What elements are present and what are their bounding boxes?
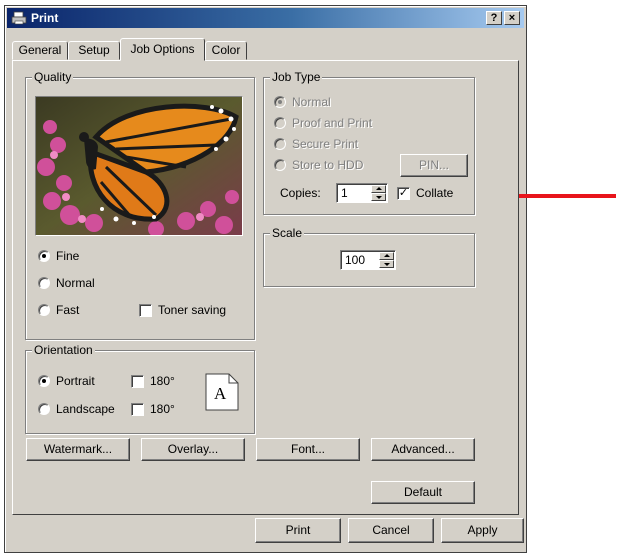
- copies-spin-buttons[interactable]: [371, 185, 386, 201]
- copies-up-arrow-icon[interactable]: [371, 185, 386, 193]
- tab-color[interactable]: Color: [205, 41, 247, 60]
- scale-group: Scale 100: [263, 226, 475, 287]
- default-button[interactable]: Default: [371, 481, 475, 504]
- tab-general[interactable]: General: [12, 41, 68, 60]
- landscape-180-label: 180°: [150, 402, 175, 416]
- quality-preview-image: [35, 96, 243, 236]
- tab-panel: Quality Fine Normal Fast Toner saving Or…: [12, 60, 519, 515]
- job-normal-label: Normal: [292, 95, 331, 109]
- portrait-180-label: 180°: [150, 374, 175, 388]
- printer-icon: [11, 11, 27, 25]
- butterfly-image: [36, 97, 242, 235]
- orientation-group: Orientation Portrait Landscape 180° 180°: [25, 343, 255, 434]
- tab-setup[interactable]: Setup: [68, 41, 120, 60]
- scale-up-arrow-icon[interactable]: [379, 252, 394, 260]
- advanced-button[interactable]: Advanced...: [371, 438, 475, 461]
- window-title: Print: [31, 11, 59, 25]
- tab-job-options[interactable]: Job Options: [120, 38, 205, 61]
- checkmark-icon: ✓: [397, 186, 410, 200]
- scale-down-arrow-icon[interactable]: [379, 260, 394, 268]
- scale-spin-buttons[interactable]: [379, 252, 394, 268]
- quality-legend: Quality: [32, 70, 74, 84]
- quality-fine-label: Fine: [56, 249, 80, 263]
- collate-checkbox[interactable]: ✓ Collate: [397, 185, 453, 201]
- watermark-button[interactable]: Watermark...: [26, 438, 130, 461]
- radio-dot: [274, 117, 286, 129]
- copies-spinner[interactable]: 1: [336, 183, 388, 203]
- job-secure-radio[interactable]: Secure Print: [274, 136, 358, 152]
- page-orientation-letter: A: [214, 384, 227, 403]
- job-hdd-radio[interactable]: Store to HDD: [274, 157, 363, 173]
- pin-button[interactable]: PIN...: [400, 154, 468, 177]
- job-type-group: Job Type Normal Proof and Print Secure P…: [263, 70, 475, 215]
- toner-saving-label: Toner saving: [158, 303, 227, 317]
- landscape-label: Landscape: [56, 402, 115, 416]
- radio-dot: [38, 250, 50, 262]
- job-proof-label: Proof and Print: [292, 116, 373, 130]
- copies-down-arrow-icon[interactable]: [371, 193, 386, 201]
- checkbox-box: [139, 303, 152, 317]
- job-proof-radio[interactable]: Proof and Print: [274, 115, 372, 131]
- quality-fast-radio[interactable]: Fast: [38, 302, 79, 318]
- apply-button[interactable]: Apply: [441, 518, 524, 543]
- close-button[interactable]: ×: [504, 11, 520, 25]
- portrait-label: Portrait: [56, 374, 95, 388]
- portrait-180-checkbox[interactable]: 180°: [131, 373, 175, 389]
- checkbox-box: [131, 374, 144, 388]
- radio-dot: [274, 159, 286, 171]
- print-dialog: Print ? × General Setup Job Options Colo…: [4, 5, 527, 553]
- scale-value: 100: [345, 253, 366, 267]
- landscape-radio[interactable]: Landscape: [38, 401, 115, 417]
- collate-label: Collate: [416, 186, 454, 200]
- quality-fast-label: Fast: [56, 303, 80, 317]
- radio-dot: [274, 96, 286, 108]
- quality-normal-label: Normal: [56, 276, 95, 290]
- job-secure-label: Secure Print: [292, 137, 359, 151]
- scale-spinner[interactable]: 100: [340, 250, 396, 270]
- quality-normal-radio[interactable]: Normal: [38, 275, 95, 291]
- cancel-button[interactable]: Cancel: [348, 518, 434, 543]
- overlay-button[interactable]: Overlay...: [141, 438, 245, 461]
- help-button[interactable]: ?: [486, 11, 502, 25]
- portrait-radio[interactable]: Portrait: [38, 373, 95, 389]
- checkbox-box: [131, 402, 144, 416]
- landscape-180-checkbox[interactable]: 180°: [131, 401, 175, 417]
- font-button[interactable]: Font...: [256, 438, 360, 461]
- radio-dot: [38, 403, 50, 415]
- toner-saving-checkbox[interactable]: Toner saving: [139, 302, 226, 318]
- title-bar[interactable]: Print ? ×: [7, 8, 524, 28]
- job-type-legend: Job Type: [270, 70, 323, 84]
- job-hdd-label: Store to HDD: [292, 158, 364, 172]
- print-button[interactable]: Print: [255, 518, 341, 543]
- radio-dot: [38, 375, 50, 387]
- quality-fine-radio[interactable]: Fine: [38, 248, 79, 264]
- radio-dot: [274, 138, 286, 150]
- copies-value: 1: [341, 186, 348, 200]
- scale-legend: Scale: [270, 226, 305, 240]
- copies-label: Copies:: [280, 186, 321, 200]
- page-orientation-icon: A: [205, 373, 239, 411]
- radio-dot: [38, 304, 50, 316]
- quality-group: Quality Fine Normal Fast Toner saving: [25, 70, 255, 340]
- radio-dot: [38, 277, 50, 289]
- orientation-legend: Orientation: [32, 343, 95, 357]
- job-normal-radio[interactable]: Normal: [274, 94, 331, 110]
